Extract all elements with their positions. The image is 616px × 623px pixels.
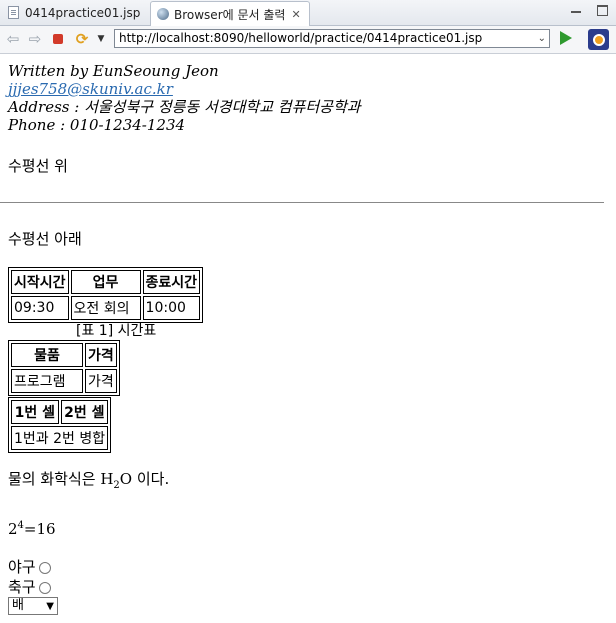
table-header: 2번 셀 <box>60 400 109 424</box>
table-header-row: 시작시간 업무 종료시간 <box>11 270 201 294</box>
email-link[interactable]: jjjes758@skuniv.ac.kr <box>8 80 608 98</box>
page-content: Written by EunSeoung Jeon jjjes758@skuni… <box>0 62 608 615</box>
address-line: Address : 서울성북구 정릉동 서경대학교 컴퓨터공학과 <box>8 98 361 116</box>
tab-label: Browser에 문서 출력 <box>174 7 286 22</box>
tab-jsp-file[interactable]: 0414practice01.jsp <box>2 1 150 24</box>
power-text: 24=16 <box>8 516 608 539</box>
table-header: 시작시간 <box>11 270 69 294</box>
merged-cell: 1번과 2번 병합 <box>11 426 109 450</box>
radio-soccer[interactable] <box>38 582 51 594</box>
below-hr-text: 수평선 아래 <box>8 230 82 248</box>
table-cell: 오전 회의 <box>70 296 141 320</box>
url-text: http://localhost:8090/helloworld/practic… <box>119 31 483 45</box>
chevron-down-icon: ▼ <box>97 34 105 44</box>
close-icon[interactable]: ✕ <box>291 8 300 21</box>
stop-icon <box>53 34 63 44</box>
table-cell: 가격 <box>85 369 117 393</box>
table-row: 09:30 오전 회의 10:00 <box>11 296 201 320</box>
chevron-down-icon[interactable]: ⌄ <box>538 30 546 47</box>
table-header: 물품 <box>11 343 83 367</box>
product-table: 물품 가격 프로그램 가격 <box>8 340 120 396</box>
maximize-button[interactable] <box>597 5 608 16</box>
go-button[interactable] <box>560 31 572 45</box>
table-header: 1번 셀 <box>11 400 59 424</box>
table-cell: 10:00 <box>142 296 201 320</box>
water-suffix: O 이다. <box>119 470 170 488</box>
water-prefix: 물의 화학식은 H <box>8 470 114 488</box>
browser-menu-button[interactable] <box>588 29 609 50</box>
table-header-row: 1번 셀 2번 셀 <box>11 400 109 424</box>
table-row: 프로그램 가격 <box>11 369 117 393</box>
radio-baseball[interactable] <box>38 562 51 574</box>
table-header: 업무 <box>70 270 141 294</box>
table-caption: [표 1] 시간표 <box>76 323 157 339</box>
power-result: =16 <box>23 520 56 538</box>
forward-arrow-icon[interactable]: ⇨ <box>26 30 44 48</box>
merged-cell-table: 1번 셀 2번 셀 1번과 2번 병합 <box>8 397 112 453</box>
table-header: 종료시간 <box>142 270 201 294</box>
file-icon <box>8 6 19 19</box>
schedule-table: 시작시간 업무 종료시간 09:30 오전 회의 10:00 <box>8 267 204 323</box>
browser-toolbar: ⇦ ⇨ ⟳ ▼ http://localhost:8090/helloworld… <box>0 26 616 54</box>
refresh-icon[interactable]: ⟳ <box>73 30 91 48</box>
window-controls <box>571 5 608 16</box>
tab-browser[interactable]: Browser에 문서 출력 ✕ <box>150 1 310 26</box>
radio-baseball-label: 야구 <box>8 558 36 576</box>
radio-soccer-label: 축구 <box>8 578 36 596</box>
table-header-row: 물품 가격 <box>11 343 117 367</box>
table-header: 가격 <box>85 343 117 367</box>
globe-icon <box>157 8 169 20</box>
editor-tab-strip: 0414practice01.jsp Browser에 문서 출력 ✕ <box>0 0 616 26</box>
radio-soccer-row: 축구 <box>8 577 608 597</box>
select-value: 배 <box>12 598 24 613</box>
table-cell: 프로그램 <box>11 369 83 393</box>
above-hr-text: 수평선 위 <box>8 157 68 175</box>
water-formula-text: 물의 화학식은 H2O 이다. <box>8 469 608 496</box>
minimize-button[interactable] <box>571 11 581 13</box>
fruit-select[interactable]: 배 <box>8 597 58 615</box>
back-arrow-icon[interactable]: ⇦ <box>4 30 22 48</box>
eclipse-icon <box>592 33 605 46</box>
horizontal-rule <box>0 202 604 203</box>
power-base: 2 <box>8 520 18 538</box>
radio-baseball-row: 야구 <box>8 557 608 577</box>
refresh-dropdown[interactable]: ▼ <box>92 30 110 48</box>
url-input[interactable]: http://localhost:8090/helloworld/practic… <box>114 29 550 48</box>
author-line: Written by EunSeoung Jeon <box>8 62 219 80</box>
phone-line: Phone : 010-1234-1234 <box>8 116 186 134</box>
stop-button[interactable] <box>49 30 67 48</box>
table-cell: 09:30 <box>11 296 69 320</box>
table-row: 1번과 2번 병합 <box>11 426 109 450</box>
tab-label: 0414practice01.jsp <box>25 5 141 20</box>
